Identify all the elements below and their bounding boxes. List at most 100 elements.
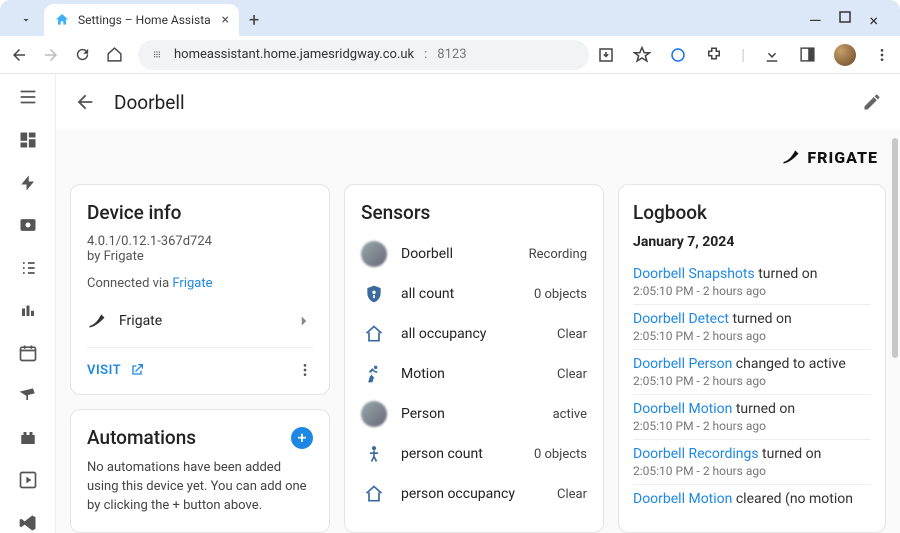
minimize-icon[interactable]: —: [809, 11, 822, 30]
device-info-card: Device info 4.0.1/0.12.1-367d724 by Frig…: [70, 184, 330, 395]
sensor-row[interactable]: person occupancy Clear: [361, 474, 587, 514]
log-entry-title: Doorbell Motion cleared (no motion: [633, 491, 871, 507]
extensions-icon[interactable]: [705, 46, 723, 64]
calendar-icon[interactable]: [16, 343, 40, 364]
log-entity-link[interactable]: Doorbell Person: [633, 356, 732, 372]
sensor-status: Recording: [529, 247, 587, 262]
divider: |: [741, 45, 745, 64]
sensor-row[interactable]: person count 0 objects: [361, 434, 587, 474]
shield-icon: [361, 281, 387, 307]
reload-button[interactable]: [74, 46, 98, 63]
tab-close-icon[interactable]: ×: [222, 13, 229, 27]
integration-name: Frigate: [119, 313, 162, 329]
new-tab-button[interactable]: +: [249, 10, 259, 31]
page-header: Doorbell: [56, 74, 900, 130]
more-icon[interactable]: [297, 362, 313, 378]
profile-avatar[interactable]: [834, 44, 856, 66]
device-info-title: Device info: [87, 201, 313, 224]
log-entity-link[interactable]: Doorbell Recordings: [633, 446, 759, 462]
chevron-right-icon: [295, 312, 313, 330]
hamburger-icon[interactable]: [16, 86, 40, 108]
sensor-status: 0 objects: [534, 447, 587, 462]
sidebar-rail: [0, 74, 56, 533]
hacs-icon[interactable]: [16, 428, 40, 449]
sensor-row[interactable]: Person active: [361, 394, 587, 434]
history-icon[interactable]: [16, 300, 40, 321]
map-icon[interactable]: [16, 215, 40, 236]
sensor-name: Motion: [401, 366, 445, 382]
content-area: Doorbell FRIGATE Device info 4.0.1/0.12.…: [56, 74, 900, 533]
person-icon: [361, 441, 387, 467]
download-icon[interactable]: [763, 46, 781, 64]
log-entry-meta: 2:05:10 PM - 2 hours ago: [633, 329, 871, 343]
browser-tab[interactable]: Settings – Home Assista ×: [44, 4, 239, 36]
sensor-row[interactable]: all occupancyClear: [361, 314, 587, 354]
dashboard-icon[interactable]: [16, 130, 40, 151]
brand-name: FRIGATE: [807, 148, 878, 167]
device-version: 4.0.1/0.12.1-367d724: [87, 234, 313, 249]
extension-pin-icon[interactable]: [669, 46, 687, 64]
back-button[interactable]: [10, 46, 34, 64]
sensor-row[interactable]: MotionClear: [361, 354, 587, 394]
home-button[interactable]: [106, 46, 130, 63]
app-shell: Doorbell FRIGATE Device info 4.0.1/0.12.…: [0, 74, 900, 533]
tab-bar: Settings – Home Assista × + — ×: [0, 0, 900, 36]
log-entity-link[interactable]: Doorbell Motion: [633, 491, 732, 507]
frigate-row-icon: [87, 311, 107, 331]
maximize-icon[interactable]: [839, 11, 851, 30]
sidepanel-icon[interactable]: [799, 46, 816, 63]
log-entity-link[interactable]: Doorbell Detect: [633, 311, 729, 327]
log-entry: Doorbell Recordings turned on2:05:10 PM …: [633, 439, 871, 484]
log-entry-title: Doorbell Detect turned on: [633, 311, 871, 327]
automations-title: Automations +: [87, 426, 313, 449]
integration-branding: FRIGATE: [70, 144, 886, 170]
tab-title: Settings – Home Assista: [78, 13, 214, 27]
open-external-icon[interactable]: [129, 362, 145, 378]
edit-icon[interactable]: [862, 92, 882, 112]
menu-icon[interactable]: [874, 47, 890, 63]
sensor-name: Person: [401, 406, 445, 422]
sensor-row[interactable]: DoorbellRecording: [361, 234, 587, 274]
close-icon[interactable]: ×: [869, 11, 878, 30]
scrollbar[interactable]: [892, 138, 898, 358]
log-entity-link[interactable]: Doorbell Snapshots: [633, 266, 755, 282]
browser-chrome: Settings – Home Assista × + — ×: [0, 0, 900, 74]
automations-card: Automations + No automations have been a…: [70, 409, 330, 533]
sensor-name: all occupancy: [401, 326, 486, 342]
camera-icon[interactable]: [16, 385, 40, 406]
log-entry-meta: 2:05:10 PM - 2 hours ago: [633, 284, 871, 298]
integration-link[interactable]: Frigate: [172, 276, 212, 291]
address-bar[interactable]: homeassistant.home.jamesridgway.co.uk:81…: [138, 40, 589, 70]
visit-button[interactable]: VISIT: [87, 363, 121, 378]
media-icon[interactable]: [16, 470, 40, 491]
sensor-name: person occupancy: [401, 486, 515, 502]
sensor-status: active: [553, 407, 587, 422]
site-settings-icon[interactable]: [150, 48, 164, 62]
bookmark-icon[interactable]: [633, 46, 651, 64]
log-entry-title: Doorbell Recordings turned on: [633, 446, 871, 462]
logbook-card: Logbook January 7, 2024 Doorbell Snapsho…: [618, 184, 886, 533]
vscode-icon[interactable]: [16, 513, 40, 533]
sensor-name: person count: [401, 446, 483, 462]
sensor-status: Clear: [557, 487, 587, 502]
sensors-title: Sensors: [361, 201, 587, 224]
log-entry-title: Doorbell Snapshots turned on: [633, 266, 871, 282]
url-port: 8123: [437, 47, 466, 62]
logbook-nav-icon[interactable]: [16, 258, 40, 279]
integration-row[interactable]: Frigate: [87, 305, 313, 348]
logbook-title: Logbook: [633, 201, 871, 224]
install-app-icon[interactable]: [597, 46, 615, 64]
log-entity-link[interactable]: Doorbell Motion: [633, 401, 732, 417]
logbook-date: January 7, 2024: [633, 234, 871, 250]
home-icon: [361, 481, 387, 507]
add-automation-button[interactable]: +: [291, 427, 313, 449]
frigate-logo-icon: [781, 147, 801, 167]
back-arrow-icon[interactable]: [74, 91, 96, 113]
blur-icon: [361, 401, 387, 427]
tab-search-dropdown[interactable]: [8, 14, 44, 26]
energy-icon[interactable]: [16, 173, 40, 194]
log-entry-title: Doorbell Motion turned on: [633, 401, 871, 417]
log-entry-meta: 2:05:10 PM - 2 hours ago: [633, 419, 871, 433]
forward-button[interactable]: [42, 46, 66, 64]
sensor-row[interactable]: all count0 objects: [361, 274, 587, 314]
